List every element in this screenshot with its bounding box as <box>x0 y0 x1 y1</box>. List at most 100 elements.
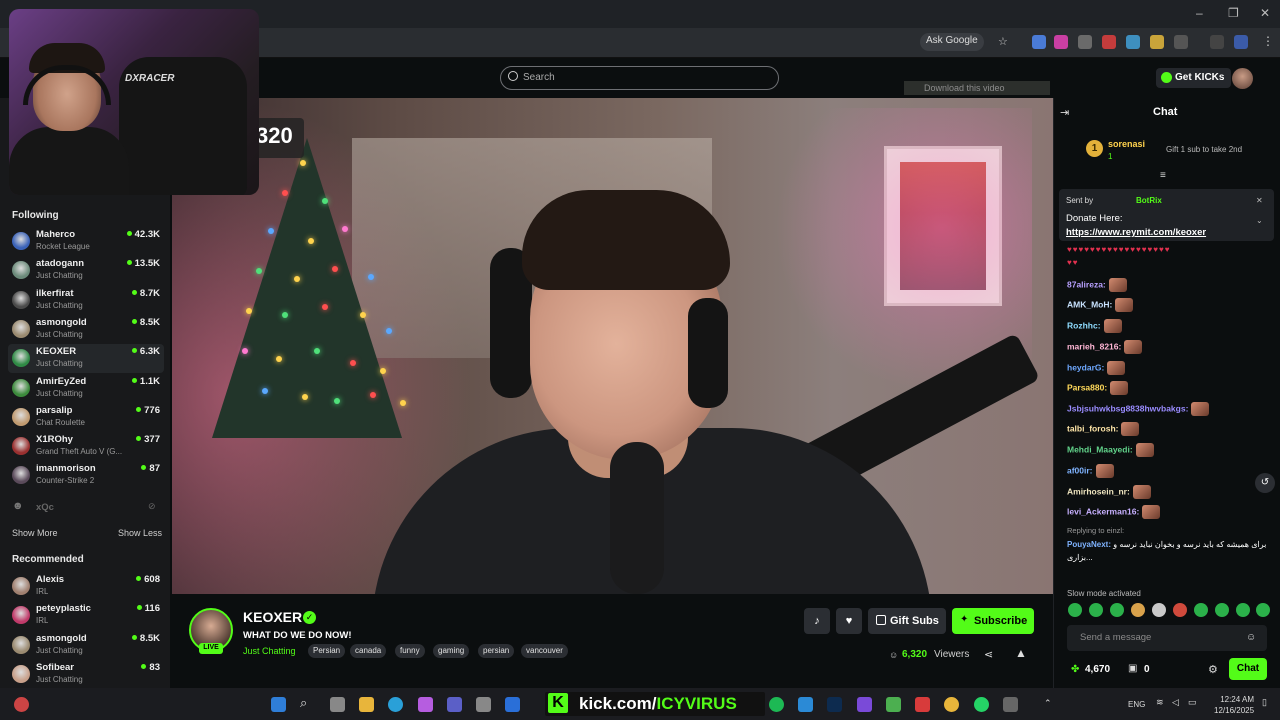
app-icon[interactable] <box>915 697 930 712</box>
file-explorer-icon[interactable] <box>359 697 374 712</box>
chest-count[interactable]: 0 <box>1144 664 1150 675</box>
extension-icon[interactable] <box>1032 35 1046 49</box>
chat-username[interactable]: af00ir: <box>1067 465 1093 475</box>
video-player[interactable] <box>172 98 1053 594</box>
stream-tag[interactable]: vancouver <box>521 644 568 658</box>
minimize-button[interactable]: – <box>1196 6 1203 20</box>
system-clock[interactable]: 12:24 AM 12/16/2025 <box>1214 694 1254 716</box>
extension-icon[interactable] <box>1150 35 1164 49</box>
stream-tag[interactable]: persian <box>478 644 515 658</box>
expand-leaderboard-icon[interactable]: ≡ <box>1160 170 1166 181</box>
user-avatar[interactable] <box>1232 68 1253 89</box>
battery-icon[interactable]: ▭ <box>1188 697 1197 708</box>
sidebar-item-keoxer[interactable]: KEOXER Just Chatting 6.3K <box>8 344 164 374</box>
chat-username[interactable]: Mehdi_Maayedi: <box>1067 444 1133 454</box>
stream-tag[interactable]: funny <box>395 644 425 658</box>
copilot-icon[interactable] <box>418 697 433 712</box>
sidebar-item-ilkerfirat[interactable]: ilkerfirat Just Chatting 8.7K <box>8 286 164 315</box>
chat-username[interactable]: Rozhhc: <box>1067 320 1101 330</box>
channel-name[interactable]: KEOXER <box>243 609 302 625</box>
browser-menu-icon[interactable]: ⋮ <box>1262 34 1274 48</box>
start-icon[interactable] <box>271 697 286 712</box>
emote-icon[interactable] <box>1194 603 1208 617</box>
chat-username[interactable]: Parsa880: <box>1067 382 1107 392</box>
extension-icon[interactable] <box>1054 35 1068 49</box>
gift-cta[interactable]: Gift 1 sub to take 2nd <box>1166 145 1242 154</box>
stream-tag[interactable]: gaming <box>433 644 470 658</box>
search-taskbar-icon[interactable]: ⌕ <box>300 695 307 711</box>
chat-username[interactable]: AMK_MoH: <box>1067 299 1112 309</box>
kicks-balance[interactable]: 4,670 <box>1085 664 1110 675</box>
follow-heart-icon[interactable]: ♥ <box>836 608 862 634</box>
emote-icon[interactable] <box>1089 603 1103 617</box>
app-icon[interactable] <box>476 697 491 712</box>
chat-username[interactable]: marieh_8216: <box>1067 341 1121 351</box>
ask-google-button[interactable]: Ask Google <box>920 33 984 51</box>
extension-icon[interactable] <box>1078 35 1092 49</box>
sidebar-item-maherco[interactable]: Maherco Rocket League 42.3K <box>8 227 164 256</box>
reply-user[interactable]: PouyaNext: <box>1067 540 1111 549</box>
send-chat-button[interactable]: Chat <box>1229 658 1267 680</box>
sidebar-item-atadogann[interactable]: atadogann Just Chatting 13.5K <box>8 256 164 285</box>
sidebar-item-offline[interactable]: ☻ xQc ⊘ <box>8 496 164 525</box>
chrome-icon[interactable] <box>944 697 959 712</box>
wifi-icon[interactable]: ≋ <box>1156 697 1164 708</box>
emote-icon[interactable] <box>1068 603 1082 617</box>
bookmark-star-icon[interactable]: ☆ <box>998 35 1008 48</box>
sidebar-item-peteyplastic[interactable]: peteyplastic IRL 116 <box>8 601 164 630</box>
unpin-icon[interactable]: ✕ <box>1256 196 1263 205</box>
sidebar-item-asmongold[interactable]: asmongold Just Chatting 8.5K <box>8 631 164 660</box>
app-icon[interactable] <box>886 697 901 712</box>
search-input[interactable]: Search <box>500 66 779 90</box>
chat-username[interactable]: talbi_forosh: <box>1067 423 1118 433</box>
emote-icon[interactable] <box>1173 603 1187 617</box>
emote-icon[interactable] <box>1236 603 1250 617</box>
spotify-icon[interactable] <box>769 697 784 712</box>
reading-list-icon[interactable] <box>1210 35 1224 49</box>
emoji-picker-icon[interactable]: ☺ <box>1246 632 1256 643</box>
scroll-to-bottom-icon[interactable]: ↺ <box>1255 473 1275 493</box>
show-less-button[interactable]: Show Less <box>118 528 162 538</box>
sidebar-item-amireyzed[interactable]: AmirEyZed Just Chatting 1.1K <box>8 374 164 403</box>
notifications-bell-icon[interactable]: ♪ <box>804 608 830 634</box>
mail-icon[interactable] <box>505 697 520 712</box>
sidebar-item-asmongold[interactable]: asmongold Just Chatting 8.5K <box>8 315 164 344</box>
teams-icon[interactable] <box>447 697 462 712</box>
chat-username[interactable]: Amirhosein_nr: <box>1067 486 1130 496</box>
extension-icon[interactable] <box>1102 35 1116 49</box>
sidebar-item-alexis[interactable]: Alexis IRL 608 <box>8 572 164 601</box>
extensions-puzzle-icon[interactable] <box>1174 35 1188 49</box>
chevron-down-icon[interactable]: ⌄ <box>1256 216 1263 225</box>
chat-settings-icon[interactable]: ⚙ <box>1208 663 1218 676</box>
sidebar-item-sofibear[interactable]: Sofibear Just Chatting 83 <box>8 660 164 689</box>
report-icon[interactable]: ▲ <box>1015 646 1027 660</box>
chat-username[interactable]: Jsbjsuhwkbsg8838hwvbakgs: <box>1067 403 1188 413</box>
restore-button[interactable]: ❐ <box>1228 6 1239 20</box>
stream-tag[interactable]: canada <box>350 644 387 658</box>
emote-icon[interactable] <box>1131 603 1145 617</box>
top-gifter-user[interactable]: sorenasi <box>1108 139 1145 149</box>
whatsapp-icon[interactable] <box>974 697 989 712</box>
sidebar-item-imanmorison[interactable]: imanmorison Counter-Strike 2 87 <box>8 461 164 490</box>
language-indicator[interactable]: ENG <box>1128 700 1145 709</box>
emote-icon[interactable] <box>1215 603 1229 617</box>
emote-icon[interactable] <box>1256 603 1270 617</box>
share-icon[interactable]: ⋖ <box>984 648 993 661</box>
weather-icon[interactable] <box>14 697 29 712</box>
window-close-button[interactable]: ✕ <box>1260 6 1270 20</box>
pinned-link[interactable]: https://www.reymit.com/keoxer <box>1066 227 1206 238</box>
extension-icon[interactable] <box>1126 35 1140 49</box>
app-icon[interactable] <box>1003 697 1018 712</box>
volume-icon[interactable]: ◁ <box>1172 697 1179 708</box>
edge-icon[interactable] <box>388 697 403 712</box>
chat-username[interactable]: 87alireza: <box>1067 279 1106 289</box>
profile-icon[interactable] <box>1234 35 1248 49</box>
collapse-chat-icon[interactable]: ⇥ <box>1060 106 1069 119</box>
photoshop-icon[interactable] <box>827 697 842 712</box>
sidebar-item-parsalip[interactable]: parsalip Chat Roulette 776 <box>8 403 164 432</box>
emote-icon[interactable] <box>1110 603 1124 617</box>
chat-username[interactable]: heydarG: <box>1067 362 1104 372</box>
stream-tag[interactable]: Persian <box>308 644 346 658</box>
show-more-button[interactable]: Show More <box>12 528 58 538</box>
chat-message-input[interactable]: Send a message <box>1067 625 1267 651</box>
